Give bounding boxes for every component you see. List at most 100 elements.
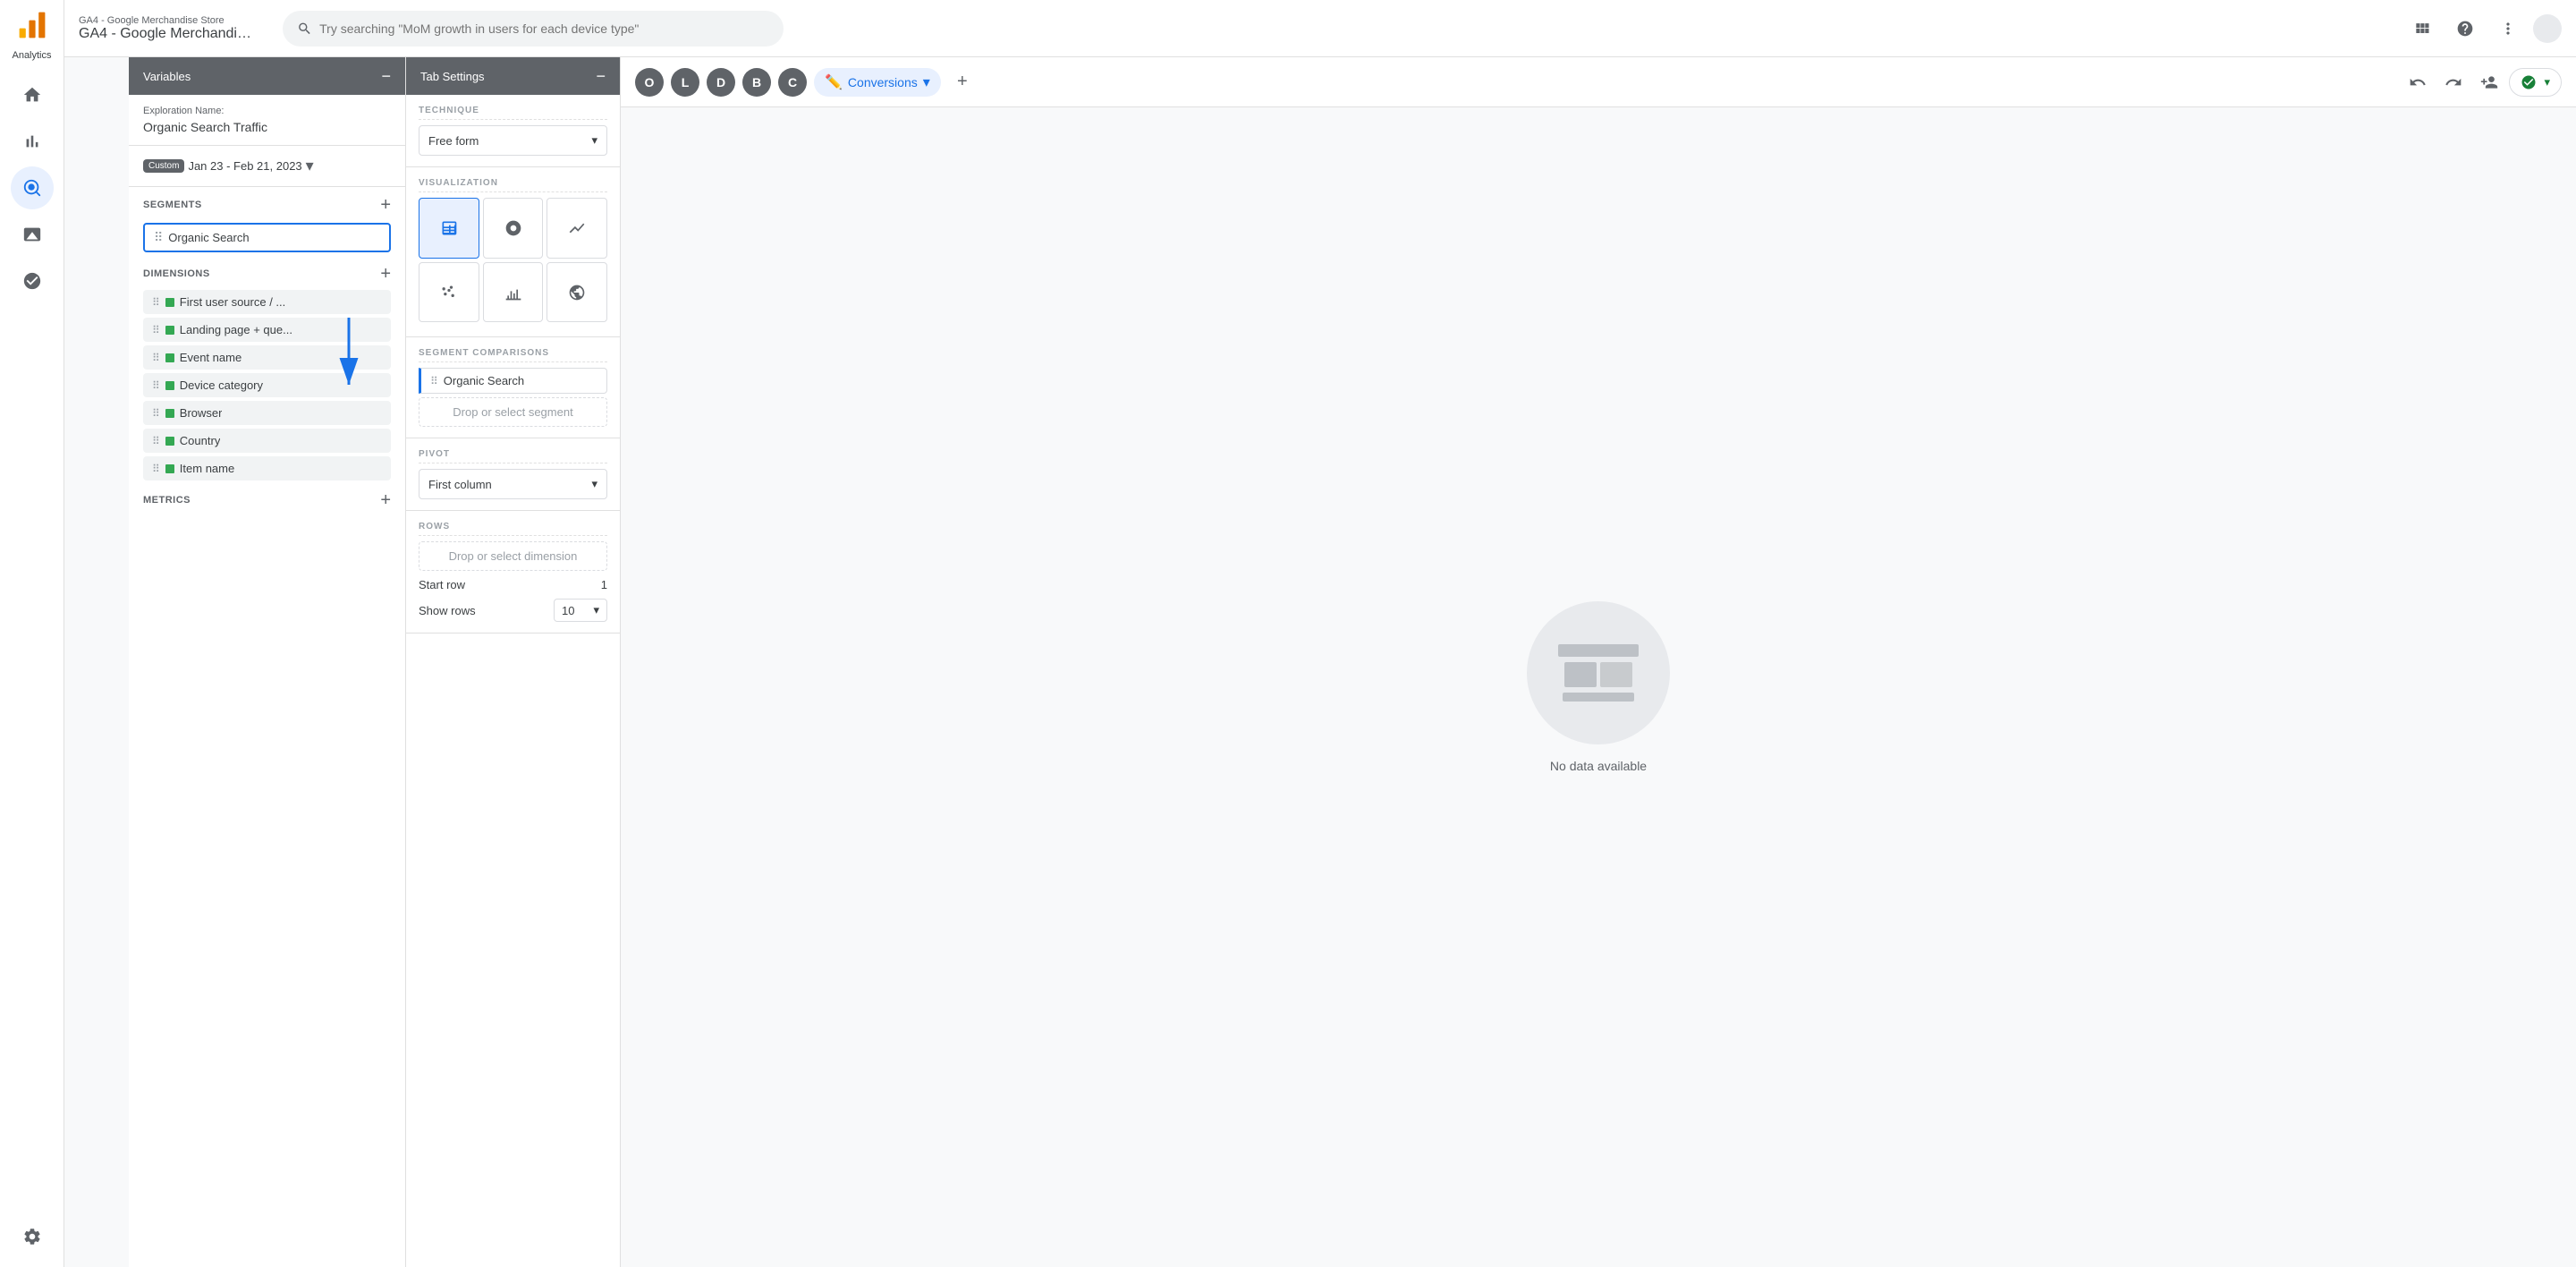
pivot-value: First column <box>428 478 492 491</box>
add-segment-btn[interactable]: + <box>380 196 391 214</box>
exploration-name-section: Exploration Name: Organic Search Traffic <box>129 95 405 146</box>
drag-dots-icon: ⠿ <box>152 352 160 364</box>
drag-dots-icon: ⠿ <box>152 296 160 309</box>
technique-dropdown[interactable]: Free form ▾ <box>419 125 607 156</box>
technique-arrow-icon: ▾ <box>591 133 597 148</box>
segment-comp-organic[interactable]: ⠿ Organic Search <box>419 368 607 394</box>
rows-label: ROWS <box>419 522 607 536</box>
drop-rows-zone[interactable]: Drop or select dimension <box>419 541 607 571</box>
nav-advertising[interactable] <box>11 213 54 256</box>
tab-avatar-D[interactable]: D <box>707 68 735 97</box>
date-text: Jan 23 - Feb 21, 2023 <box>188 159 301 173</box>
metrics-heading: METRICS + <box>129 482 405 514</box>
analytics-label: Analytics <box>12 50 51 61</box>
add-collaborator-btn[interactable] <box>2473 66 2505 98</box>
dimension-landing-page[interactable]: ⠿ Landing page + que... <box>143 318 391 342</box>
top-bar-actions <box>2404 11 2562 47</box>
viz-scatter-btn[interactable] <box>419 262 479 323</box>
dimension-browser[interactable]: ⠿ Browser <box>143 401 391 425</box>
segment-comparisons-label: SEGMENT COMPARISONS <box>419 348 607 362</box>
tab-avatar-L[interactable]: L <box>671 68 699 97</box>
nav-explore[interactable] <box>11 166 54 209</box>
account-avatar[interactable] <box>2533 14 2562 43</box>
no-data-text: No data available <box>1550 759 1647 773</box>
tab-avatar-B[interactable]: B <box>742 68 771 97</box>
technique-value: Free form <box>428 134 479 148</box>
add-tab-btn[interactable]: + <box>948 68 977 97</box>
dimension-color-dot <box>165 353 174 362</box>
show-rows-label: Show rows <box>419 604 476 617</box>
viz-table-btn[interactable] <box>419 198 479 259</box>
date-row: Custom Jan 23 - Feb 21, 2023 ▾ <box>143 157 391 175</box>
technique-label: TECHNIQUE <box>419 106 607 120</box>
app-logo[interactable] <box>14 7 50 43</box>
tab-settings-title: Tab Settings <box>420 70 485 83</box>
segment-item-organic[interactable]: ⠿ Organic Search <box>143 223 391 252</box>
dimension-device-category[interactable]: ⠿ Device category <box>143 373 391 397</box>
drag-dots-icon: ⠿ <box>152 324 160 336</box>
viz-bar-btn[interactable] <box>483 262 544 323</box>
search-icon <box>297 21 312 37</box>
dimension-first-user-source[interactable]: ⠿ First user source / ... <box>143 290 391 314</box>
variables-minimize-btn[interactable]: − <box>381 68 391 84</box>
no-data-graphic <box>1554 644 1643 702</box>
account-title: GA4 - Google Merchandise Store GA4 - Goo… <box>79 15 258 42</box>
drag-dots-icon: ⠿ <box>152 435 160 447</box>
dimension-color-dot <box>165 409 174 418</box>
drag-dots-icon: ⠿ <box>152 407 160 420</box>
pivot-dropdown[interactable]: First column ▾ <box>419 469 607 499</box>
show-rows-dropdown[interactable]: 10 ▾ <box>554 599 607 622</box>
account-name: GA4 - Google Merchandise ... <box>79 26 258 42</box>
redo-btn[interactable] <box>2437 66 2470 98</box>
tab-dropdown-icon: ▾ <box>923 73 930 91</box>
dimensions-heading: DIMENSIONS + <box>129 256 405 288</box>
nav-reports[interactable] <box>11 120 54 163</box>
main-content: Variables − Exploration Name: Organic Se… <box>129 57 2576 1267</box>
variables-panel: Variables − Exploration Name: Organic Se… <box>129 57 406 1267</box>
tab-settings-panel: Tab Settings − TECHNIQUE Free form ▾ VIS… <box>406 57 621 1267</box>
nav-rail: Analytics <box>0 0 64 1267</box>
dimension-country[interactable]: ⠿ Country <box>143 429 391 453</box>
help-btn[interactable] <box>2447 11 2483 47</box>
nav-home[interactable] <box>11 73 54 116</box>
date-dropdown-arrow[interactable]: ▾ <box>306 157 314 175</box>
undo-btn[interactable] <box>2402 66 2434 98</box>
add-dimension-btn[interactable]: + <box>380 265 391 283</box>
nav-settings[interactable] <box>11 1215 54 1258</box>
no-data-illustration <box>1527 601 1670 744</box>
dimension-label: First user source / ... <box>180 295 285 309</box>
start-row-row: Start row 1 <box>419 578 607 591</box>
viz-line-btn[interactable] <box>547 198 607 259</box>
variables-panel-header: Variables − <box>129 57 405 95</box>
tab-avatar-O[interactable]: O <box>635 68 664 97</box>
segment-item-label: Organic Search <box>168 231 249 244</box>
active-tab-conversions[interactable]: ✏️ Conversions ▾ <box>814 68 941 97</box>
publish-btn[interactable]: ▾ <box>2509 68 2562 97</box>
tab-edit-icon: ✏️ <box>825 73 843 91</box>
search-bar[interactable] <box>283 11 784 47</box>
add-metrics-btn[interactable]: + <box>380 491 391 509</box>
canvas-actions: ▾ <box>2402 66 2562 98</box>
viz-geo-btn[interactable] <box>547 262 607 323</box>
dimension-color-dot <box>165 381 174 390</box>
nav-configure[interactable] <box>11 259 54 302</box>
viz-donut-btn[interactable] <box>483 198 544 259</box>
more-vert-btn[interactable] <box>2490 11 2526 47</box>
rows-section: ROWS Drop or select dimension Start row … <box>406 511 620 634</box>
tab-avatar-C[interactable]: C <box>778 68 807 97</box>
start-row-value: 1 <box>601 578 607 591</box>
viz-grid <box>419 198 607 322</box>
dimension-item-name[interactable]: ⠿ Item name <box>143 456 391 480</box>
search-input[interactable] <box>319 21 769 36</box>
segment-comp-drag-icon: ⠿ <box>430 375 438 387</box>
drag-dots-icon: ⠿ <box>152 379 160 392</box>
dimension-color-dot <box>165 437 174 446</box>
dimension-event-name[interactable]: ⠿ Event name <box>143 345 391 370</box>
segments-label: SEGMENTS <box>143 200 202 210</box>
grid-btn[interactable] <box>2404 11 2440 47</box>
viz-label: VISUALIZATION <box>419 178 607 192</box>
drop-segment-zone[interactable]: Drop or select segment <box>419 397 607 427</box>
dimension-label: Browser <box>180 406 223 420</box>
tab-settings-minimize-btn[interactable]: − <box>596 68 606 84</box>
visualization-section: VISUALIZATION <box>406 167 620 337</box>
